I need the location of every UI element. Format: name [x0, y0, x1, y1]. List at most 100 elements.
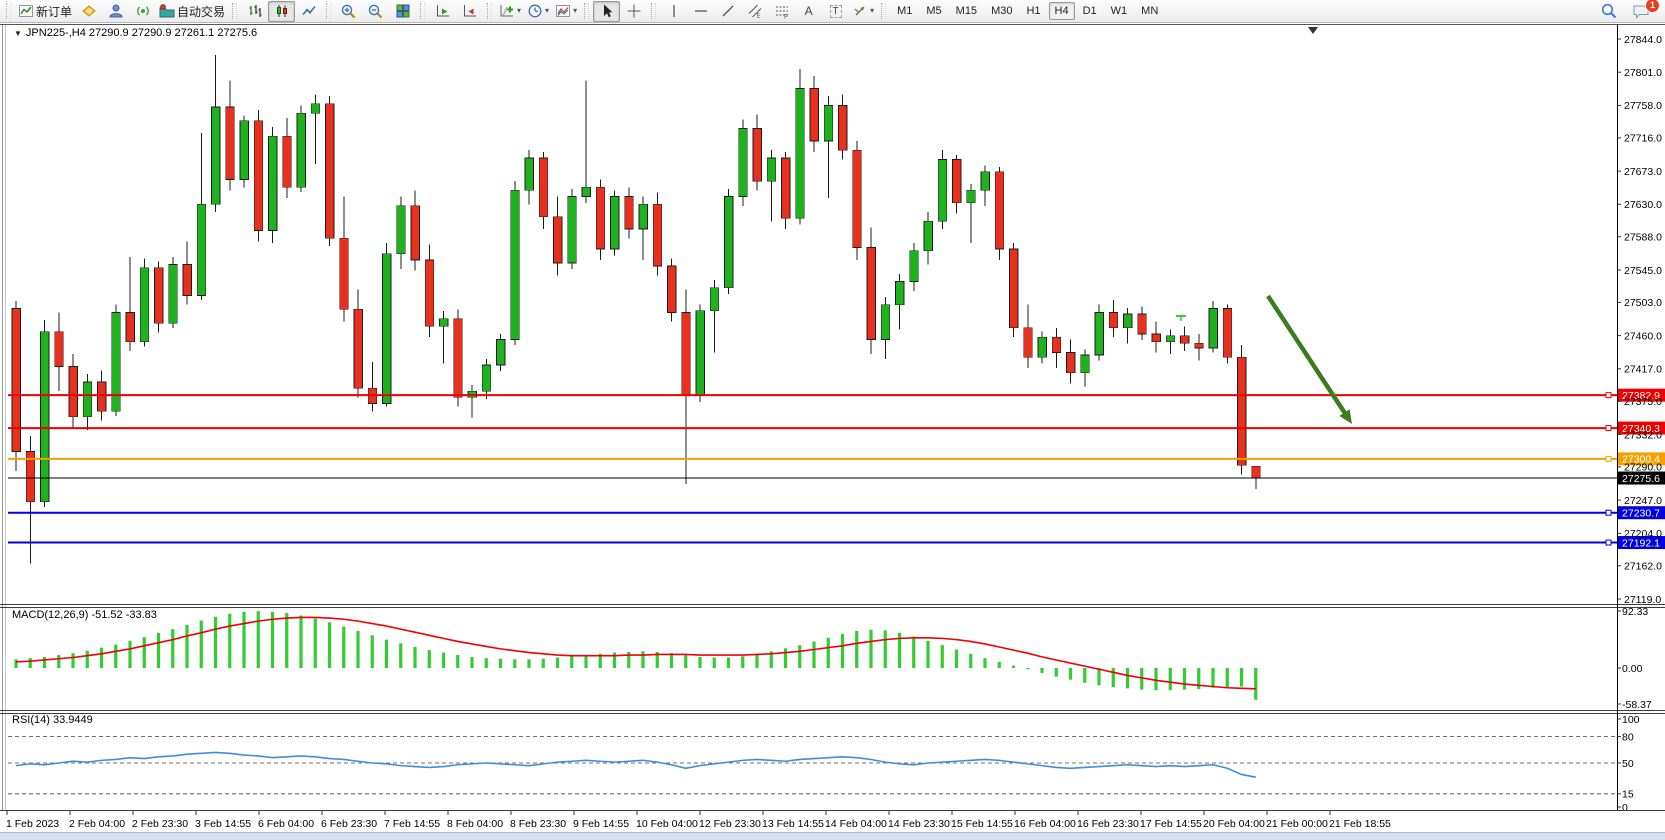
toolbar-separator	[487, 3, 492, 19]
time-axis-label: 10 Feb 04:00	[636, 818, 698, 830]
candle-up	[725, 197, 734, 288]
timeframe-h1[interactable]: H1	[1020, 2, 1046, 20]
candle-down	[867, 248, 876, 340]
line-chart-mode-button[interactable]	[295, 1, 322, 22]
price-chart-canvas[interactable]: 100805015027382.927340.327300.427275.627…	[0, 24, 1665, 832]
candle-up	[497, 339, 506, 364]
timeframe-m30[interactable]: M30	[985, 2, 1018, 20]
line-anchor	[1606, 510, 1611, 515]
notification-badge: 1	[1645, 0, 1660, 13]
timeframe-mn[interactable]: MN	[1135, 2, 1164, 20]
candle-down	[1152, 334, 1161, 342]
candle-down	[126, 312, 135, 341]
arrows-tool-button[interactable]: ▾	[849, 1, 877, 22]
time-axis-label: 12 Feb 23:30	[699, 818, 761, 830]
candle-up	[910, 251, 919, 282]
vertical-line-tool-button[interactable]	[660, 1, 687, 22]
candle-up	[767, 158, 776, 181]
template-button[interactable]: ▾	[552, 1, 580, 22]
periods-button[interactable]: ▾	[524, 1, 552, 22]
window-bottom-edge	[0, 832, 1665, 840]
search-button[interactable]	[1595, 1, 1622, 22]
search-icon	[1600, 2, 1618, 20]
dropdown-caret-icon: ▾	[870, 7, 874, 15]
svg-text:92.33: 92.33	[1622, 606, 1648, 618]
trendline-icon	[720, 3, 736, 19]
candle-up	[568, 197, 577, 263]
gold-ingot-icon	[81, 3, 97, 19]
toolbar-separator	[881, 3, 886, 19]
zoom-out-button[interactable]	[362, 1, 389, 22]
time-axis-label: 1 Feb 2023	[6, 818, 59, 830]
timeframe-m15[interactable]: M15	[950, 2, 983, 20]
candle-up	[710, 288, 719, 311]
candle-up	[41, 332, 50, 502]
svg-text:27375.0: 27375.0	[1624, 396, 1662, 408]
candle-up	[696, 311, 705, 396]
time-axis-label: 13 Feb 14:55	[762, 818, 824, 830]
svg-text:27844.0: 27844.0	[1624, 34, 1662, 46]
candle-down	[782, 158, 791, 218]
candlestick-mode-button[interactable]	[268, 1, 295, 22]
svg-text:0: 0	[1622, 802, 1628, 814]
svg-text:E: E	[756, 14, 760, 20]
add-indicator-button[interactable]: ▾	[496, 1, 524, 22]
candle-down	[12, 309, 21, 452]
candle-down	[596, 187, 605, 249]
macd-indicator-label: MACD(12,26,9) -51.52 -33.83	[12, 609, 157, 621]
timeframe-m1[interactable]: M1	[891, 2, 918, 20]
timeframe-m5[interactable]: M5	[920, 2, 947, 20]
svg-text:27417.0: 27417.0	[1624, 364, 1662, 376]
candle-down	[155, 268, 164, 324]
candle-up	[1081, 355, 1090, 373]
trendline-tool-button[interactable]	[714, 1, 741, 22]
cursor-tool-button[interactable]	[593, 1, 620, 22]
cursor-icon	[599, 3, 615, 19]
svg-text:27247.0: 27247.0	[1624, 495, 1662, 507]
svg-text:27290.0: 27290.0	[1624, 462, 1662, 474]
time-axis-label: 14 Feb 23:30	[888, 818, 950, 830]
text-tool-button[interactable]: A	[795, 1, 822, 22]
tile-windows-button[interactable]	[389, 1, 416, 22]
fibonacci-tool-button[interactable]: F	[768, 1, 795, 22]
bar-chart-mode-button[interactable]	[241, 1, 268, 22]
candle-down	[183, 265, 192, 296]
timeframe-d1[interactable]: D1	[1077, 2, 1103, 20]
time-axis-label: 20 Feb 04:00	[1203, 818, 1265, 830]
time-axis-label: 2 Feb 23:30	[132, 818, 188, 830]
new-order-button[interactable]: 新订单	[15, 1, 75, 22]
horizontal-line-tool-button[interactable]	[687, 1, 714, 22]
market-watch-button[interactable]	[75, 1, 102, 22]
auto-scroll-button[interactable]	[429, 1, 456, 22]
candle-down	[55, 332, 64, 367]
chart-title: ▼JPN225-,H4 27290.9 27290.9 27261.1 2727…	[14, 27, 257, 39]
candle-up	[967, 190, 976, 202]
timeframe-h4[interactable]: H4	[1049, 2, 1075, 20]
candle-up	[639, 204, 648, 229]
accounts-button[interactable]	[102, 1, 129, 22]
timeframe-w1[interactable]: W1	[1105, 2, 1134, 20]
timeframe-group: M1M5M15M30H1H4D1W1MN	[890, 2, 1165, 20]
candle-up	[383, 254, 392, 404]
svg-text:15: 15	[1622, 789, 1634, 801]
label-tool-button[interactable]: T	[822, 1, 849, 22]
svg-text:27275.6: 27275.6	[1622, 473, 1660, 485]
candle-down	[682, 312, 691, 395]
signals-button[interactable]	[129, 1, 156, 22]
svg-text:27162.0: 27162.0	[1624, 561, 1662, 573]
candle-down	[753, 129, 762, 182]
notifications-button[interactable]: 1	[1628, 1, 1655, 22]
candle-up	[197, 204, 206, 295]
candle-down	[1138, 314, 1147, 334]
channel-tool-button[interactable]: E	[741, 1, 768, 22]
candle-up	[881, 305, 890, 340]
crosshair-tool-button[interactable]	[620, 1, 647, 22]
chart-shift-button[interactable]	[456, 1, 483, 22]
candle-down	[326, 104, 335, 238]
auto-trading-button[interactable]: 自动交易	[156, 1, 228, 22]
candle-up	[1095, 312, 1104, 354]
template-icon	[555, 3, 571, 19]
svg-text:F: F	[784, 14, 788, 20]
zoom-in-button[interactable]	[335, 1, 362, 22]
candle-up	[896, 282, 905, 305]
